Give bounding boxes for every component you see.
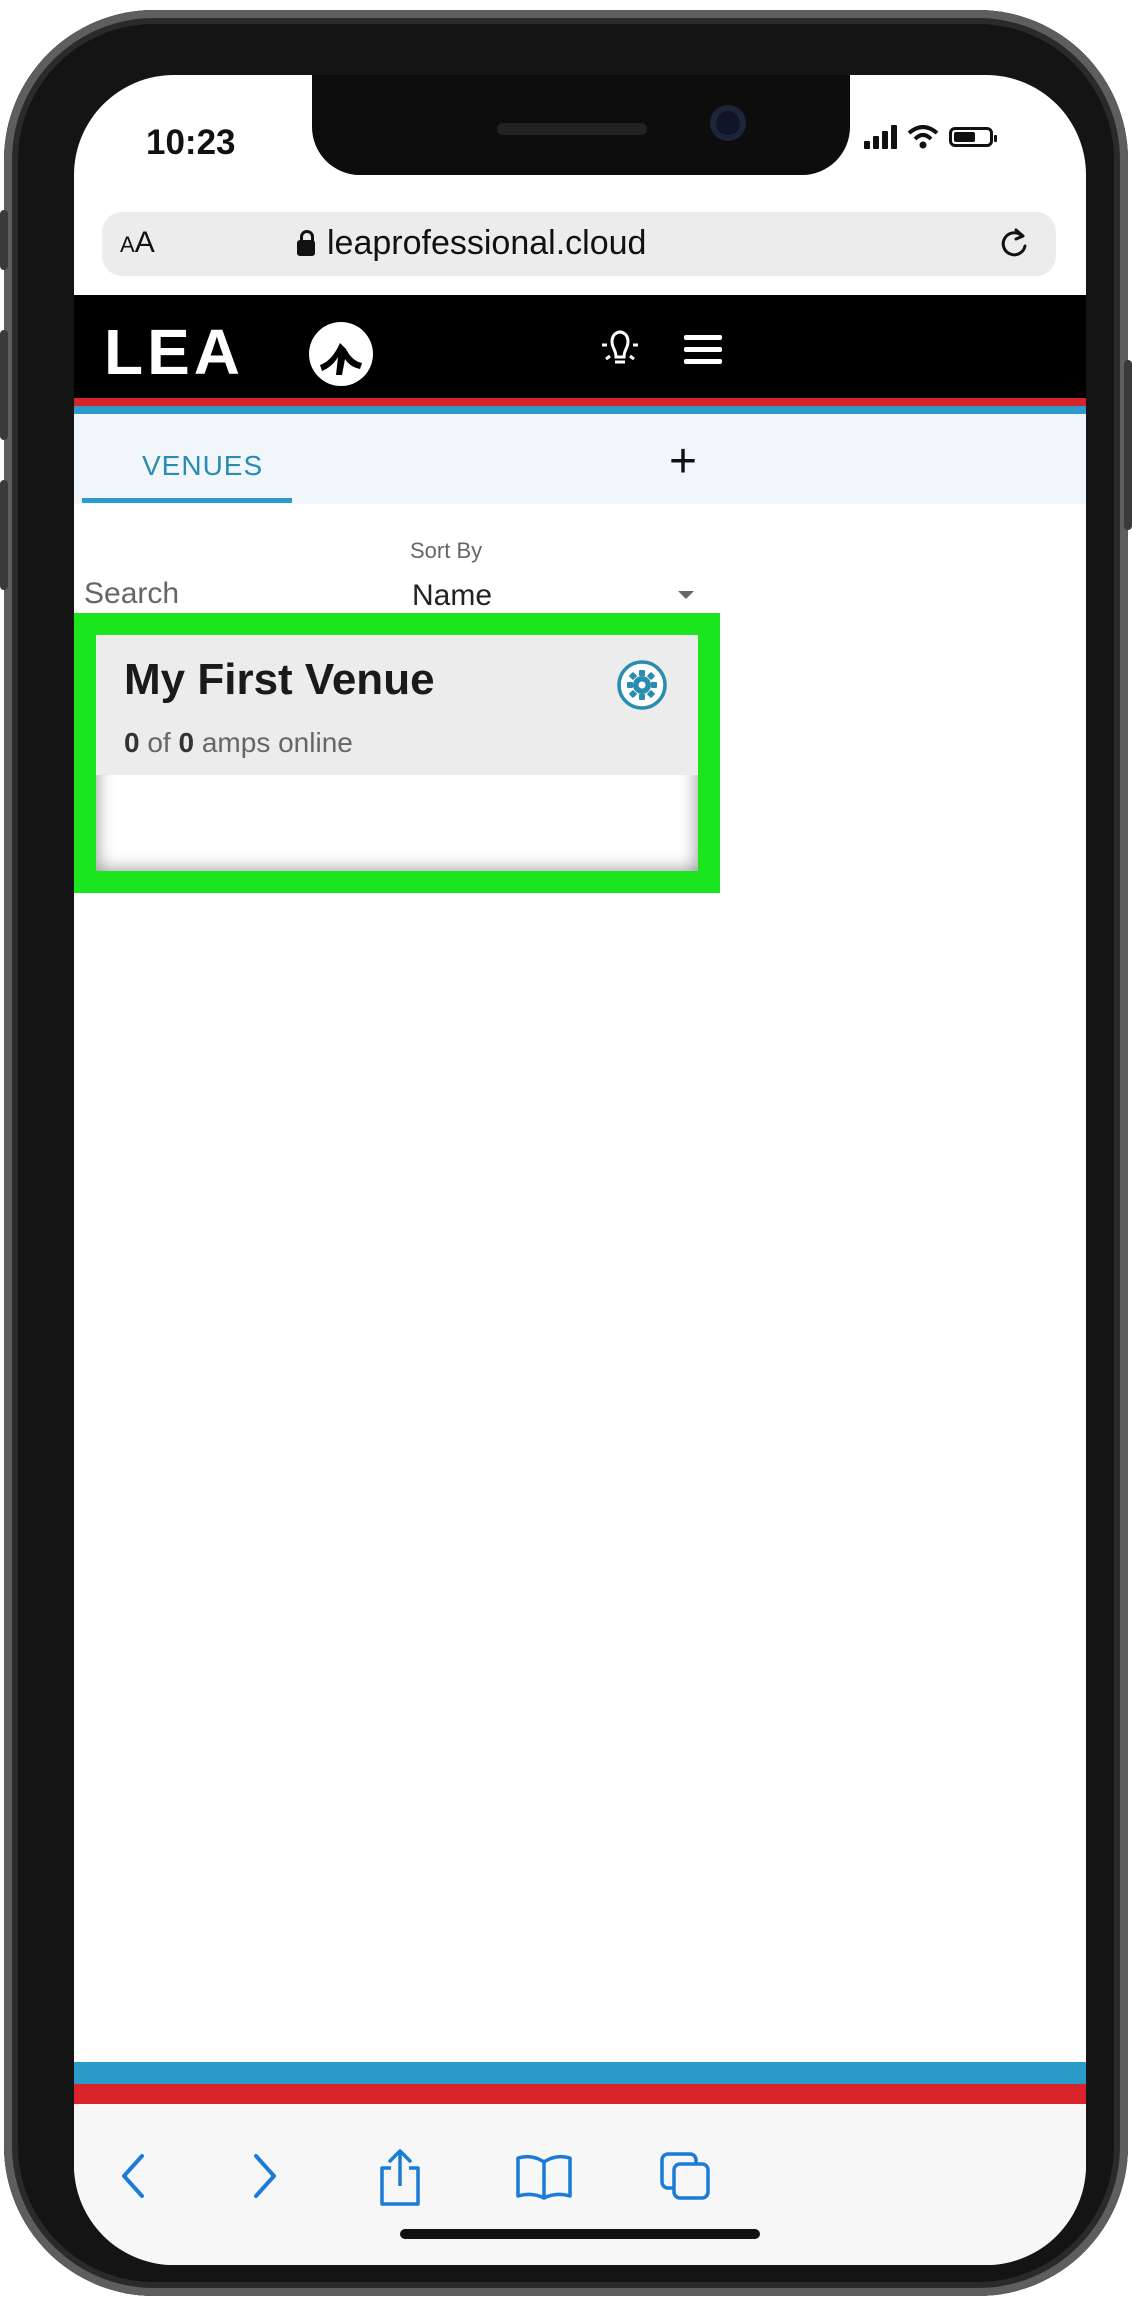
amps-online-text: amps online [201, 727, 353, 758]
total-amp-count: 0 [178, 727, 195, 758]
volume-up-button [0, 330, 8, 440]
back-chevron-icon[interactable] [114, 2146, 154, 2206]
url-text: leaprofessional.cloud [327, 224, 647, 262]
forward-chevron-icon[interactable] [244, 2146, 284, 2206]
tab-venues-label: VENUES [142, 450, 264, 481]
status-time: 10:23 [146, 123, 236, 162]
home-indicator [400, 2229, 760, 2239]
of-text: of [147, 727, 171, 758]
lock-icon [297, 229, 315, 256]
tab-venues[interactable]: VENUES [74, 414, 314, 504]
text-size-large-label: A [134, 226, 155, 259]
speaker-grille [497, 123, 647, 135]
header-stripe-blue [74, 406, 1086, 414]
hamburger-menu-icon[interactable] [684, 335, 722, 371]
front-camera [710, 105, 746, 141]
browser-toolbar [74, 2104, 1086, 2265]
signal-icon [864, 125, 897, 149]
reload-icon[interactable] [994, 224, 1034, 264]
battery-icon [949, 127, 997, 147]
text-size-small-label: A [120, 232, 135, 257]
gear-icon[interactable] [616, 659, 668, 711]
volume-down-button [0, 480, 8, 590]
notch [312, 75, 850, 175]
tabs-icon[interactable] [656, 2146, 718, 2206]
add-venue-button[interactable]: + [669, 434, 697, 489]
venue-name: My First Venue [124, 655, 435, 704]
logo-text: LEA [104, 316, 244, 388]
phone-screen: 10:23 AA leaprofessional.cloud LEA VENUE… [74, 75, 1086, 2265]
book-icon[interactable] [512, 2146, 576, 2206]
phone-frame: 10:23 AA leaprofessional.cloud LEA VENUE… [0, 10, 1132, 2296]
sort-value: Name [412, 579, 493, 612]
power-button [1124, 360, 1132, 530]
share-icon[interactable] [374, 2146, 426, 2210]
online-amp-count: 0 [124, 727, 140, 758]
wifi-icon [907, 125, 939, 149]
header-stripe-red [74, 398, 1086, 406]
footer-stripe-blue [74, 2062, 1086, 2084]
search-input[interactable] [82, 569, 384, 619]
tab-active-underline [82, 498, 292, 503]
sort-by-label: Sort By [410, 538, 483, 563]
url-display[interactable]: leaprofessional.cloud [297, 224, 646, 263]
address-bar[interactable]: AA leaprofessional.cloud [102, 212, 1056, 276]
venue-card[interactable]: My First Venue 0 of 0 amps online [96, 635, 698, 871]
dropdown-caret-icon [678, 591, 694, 599]
app-header: LEA [74, 295, 1086, 398]
text-size-button[interactable]: AA [120, 226, 155, 260]
venue-status: 0 of 0 amps online [124, 727, 353, 759]
tab-bar: VENUES + [74, 414, 1086, 504]
silent-switch [0, 210, 8, 270]
lightbulb-icon[interactable] [596, 325, 644, 373]
status-icons [864, 125, 997, 149]
logo-mark-icon [309, 322, 373, 386]
footer-stripe-red [74, 2084, 1086, 2104]
